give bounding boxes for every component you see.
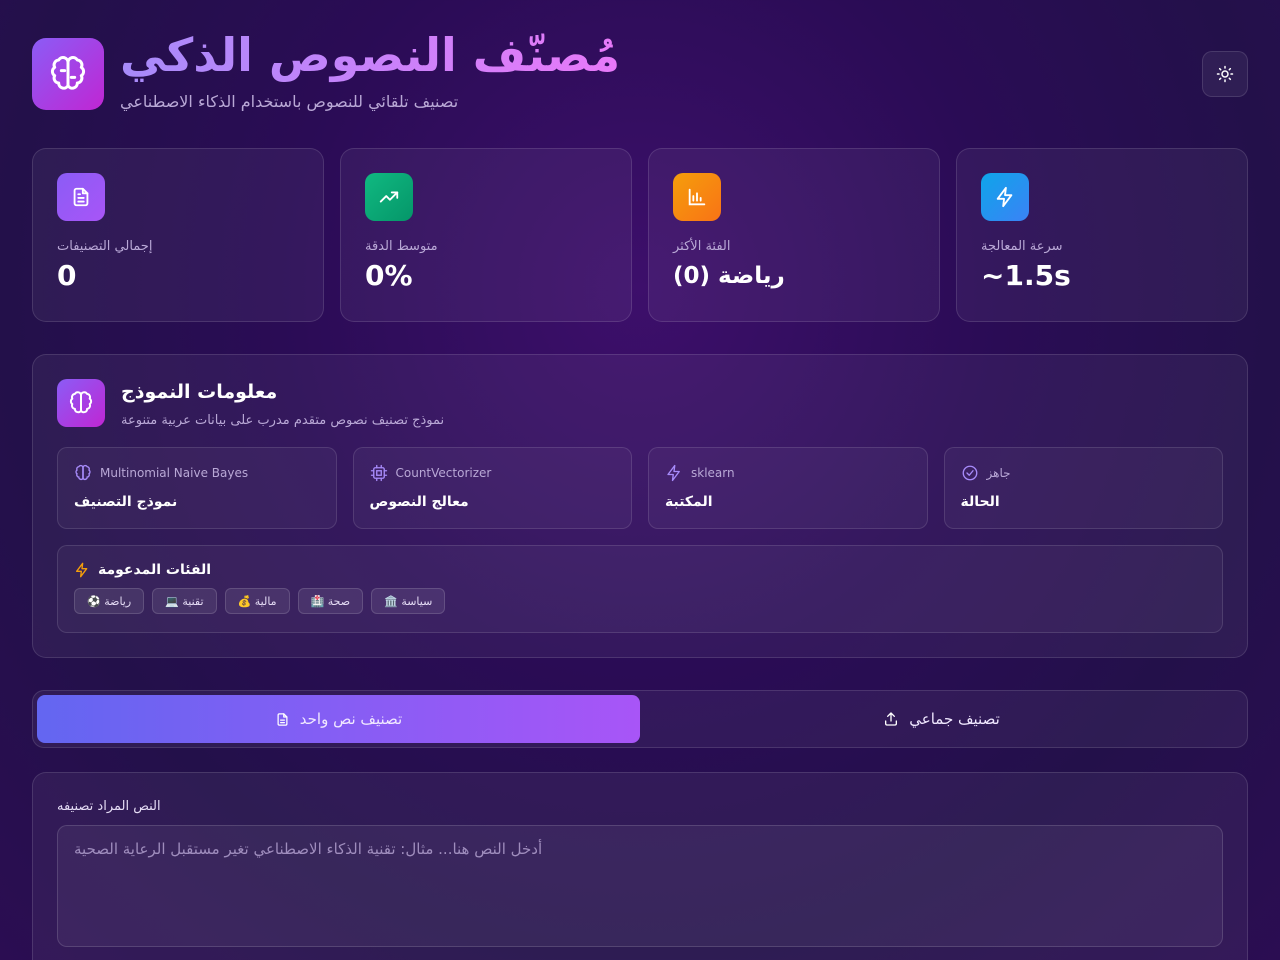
stat-value: رياضة (0) [673,263,785,289]
tab-single-text[interactable]: تصنيف نص واحد [37,695,640,743]
page-subtitle: تصنيف تلقائي للنصوص باستخدام الذكاء الاص… [120,92,459,111]
header: مُصنّف النصوص الذكي تصنيف تلقائي للنصوص … [32,28,1248,120]
stat-label: سرعة المعالجة [981,239,1063,254]
stat-card-accuracy: متوسط الدقة 0% [340,148,632,322]
category-chip-health: 🏥 صحة [297,588,364,614]
info-sub: جاهز [986,466,1011,480]
stat-card-speed: سرعة المعالجة ~1.5s [956,148,1248,322]
cpu-icon [370,464,387,482]
info-main: معالج النصوص [369,494,469,510]
stat-card-top-category: الفئة الأكثر رياضة (0) [648,148,940,322]
brain-icon [57,379,105,427]
info-main: المكتبة [665,494,713,510]
model-info-grid: Multinomial Naive Bayes نموذج التصنيف Co… [57,447,1223,529]
model-info-description: نموذج تصنيف نصوص متقدم مدرب على بيانات ع… [121,413,445,428]
category-chip-tech: 💻 تقنية [152,588,217,614]
stat-value: 0 [57,259,77,292]
lightning-icon [76,562,88,578]
info-card-model: Multinomial Naive Bayes نموذج التصنيف [57,447,337,529]
text-input-label: النص المراد تصنيفه [57,799,161,814]
lightning-icon [981,173,1029,221]
stat-label: الفئة الأكثر [673,239,731,254]
brain-icon [75,464,91,481]
tab-label: تصنيف جماعي [909,710,1000,728]
text-input[interactable] [57,825,1223,947]
sun-icon [1216,65,1234,83]
theme-toggle-button[interactable] [1202,51,1248,97]
info-sub: CountVectorizer [395,466,492,480]
bar-chart-icon [673,173,721,221]
category-chips: ⚽ رياضة 💻 تقنية 💰 مالية 🏥 صحة 🏛️ سياسة [74,588,1206,614]
mode-tabs: تصنيف نص واحد تصنيف جماعي [32,690,1248,748]
text-input-card: النص المراد تصنيفه [32,772,1248,960]
info-main: نموذج التصنيف [74,494,178,510]
trending-up-icon [365,173,413,221]
stat-label: متوسط الدقة [365,239,438,254]
lightning-icon [667,464,680,482]
category-chip-finance: 💰 مالية [224,588,290,614]
category-chip-politics: 🏛️ سياسة [371,588,446,614]
info-card-processor: CountVectorizer معالج النصوص [352,447,632,529]
stat-value: 0% [365,259,413,292]
info-sub: sklearn [691,466,735,480]
page-title: مُصنّف النصوص الذكي [120,26,620,86]
categories-title: الفئات المدعومة [98,562,212,578]
category-chip-sports: ⚽ رياضة [74,588,145,614]
stat-label: إجمالي التصنيفات [57,239,153,254]
tab-label: تصنيف نص واحد [299,710,403,728]
info-main: الحالة [960,494,1000,510]
stat-value: ~1.5s [981,259,1071,292]
check-circle-icon [962,465,977,481]
info-card-library: sklearn المكتبة [648,447,928,529]
stat-card-total: إجمالي التصنيفات 0 [32,148,324,322]
info-sub: Multinomial Naive Bayes [100,466,249,480]
supported-categories: الفئات المدعومة ⚽ رياضة 💻 تقنية 💰 مالية … [57,545,1223,633]
document-icon [57,173,105,221]
stats-row: إجمالي التصنيفات 0 متوسط الدقة 0% الفئة … [32,148,1248,322]
app-root: مُصنّف النصوص الذكي تصنيف تلقائي للنصوص … [32,28,1248,960]
brain-icon [32,38,104,110]
upload-icon [885,712,898,726]
document-icon [277,712,288,726]
info-card-status: جاهز الحالة [943,447,1223,529]
model-info-card: معلومات النموذج نموذج تصنيف نصوص متقدم م… [32,354,1248,658]
model-info-title: معلومات النموذج [121,381,278,403]
tab-batch[interactable]: تصنيف جماعي [640,695,1243,743]
